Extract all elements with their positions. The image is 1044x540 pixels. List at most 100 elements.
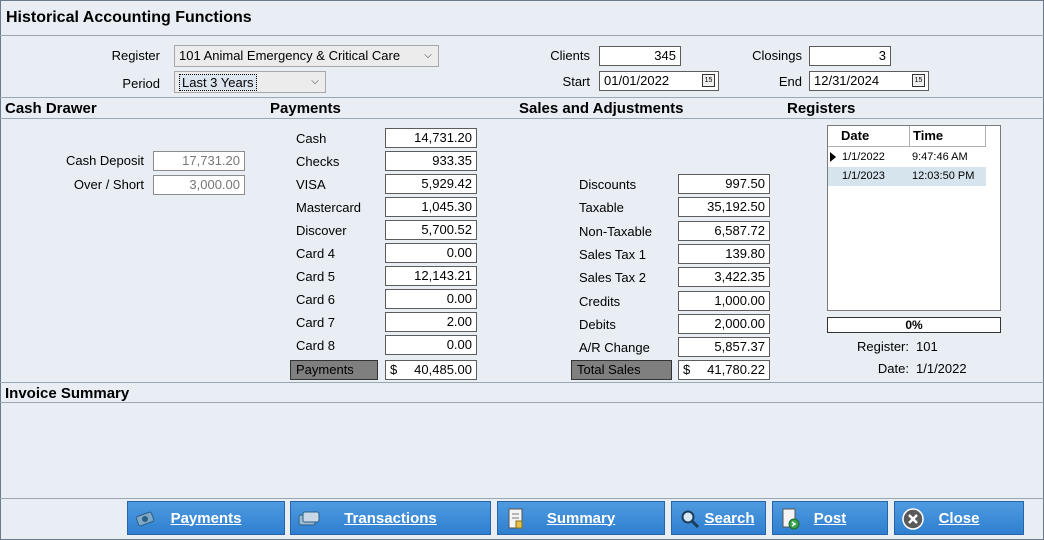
payment-field[interactable]: 933.35 (385, 151, 477, 171)
divider (0, 35, 1044, 36)
row-time: 12:03:50 PM (912, 170, 975, 182)
register-info-label: Register: (856, 339, 909, 354)
payment-field[interactable]: 5,700.52 (385, 220, 477, 240)
register-label: Register (111, 48, 160, 63)
close-circle-icon (901, 507, 925, 531)
over-short-field[interactable]: 3,000.00 (153, 175, 245, 195)
register-info-value: 101 (916, 339, 938, 354)
currency-symbol: $ (390, 362, 398, 377)
registers-heading: Registers (787, 100, 856, 117)
total-sales-label: Total Sales (571, 360, 672, 380)
clients-label: Clients (550, 48, 590, 63)
payment-field[interactable]: 0.00 (385, 243, 477, 263)
calendar-icon[interactable]: 15 (702, 74, 715, 87)
payment-label: Card 6 (296, 292, 336, 307)
payment-label: Card 4 (296, 246, 336, 261)
payment-label: Discover (296, 223, 347, 238)
row-indicator-icon (830, 152, 836, 162)
sales-field[interactable]: 2,000.00 (678, 313, 770, 334)
grid-header: Date Time (828, 126, 986, 147)
payment-label: VISA (296, 177, 326, 192)
total-sales-field[interactable]: $ 41,780.22 (678, 360, 770, 380)
chevron-down-icon[interactable]: ⌵ (421, 46, 435, 66)
post-document-icon (779, 507, 803, 531)
start-date-value: 01/01/2022 (604, 73, 670, 88)
payment-field[interactable]: 0.00 (385, 289, 477, 309)
column-header-date[interactable]: Date (838, 126, 910, 147)
divider (0, 382, 1044, 383)
sales-label: Non-Taxable (579, 223, 652, 239)
register-select-value: 101 Animal Emergency & Critical Care (179, 48, 401, 63)
close-button[interactable]: Close (894, 501, 1024, 535)
payment-label: Card 8 (296, 338, 336, 353)
payment-label: Cash (296, 131, 327, 146)
payment-field[interactable]: 0.00 (385, 335, 477, 355)
payments-button[interactable]: Payments (127, 501, 285, 535)
summary-button[interactable]: Summary (497, 501, 665, 535)
transactions-button[interactable]: Transactions (290, 501, 491, 535)
sales-field[interactable]: 6,587.72 (678, 220, 770, 241)
sales-field[interactable]: 5,857.37 (678, 337, 770, 358)
window-title: Historical Accounting Functions (6, 9, 252, 26)
payments-total-label: Payments (290, 360, 378, 380)
chevron-down-icon[interactable]: ⌵ (308, 72, 322, 92)
payment-field[interactable]: 14,731.20 (385, 128, 477, 148)
sales-label: Credits (579, 293, 621, 309)
calendar-icon[interactable]: 15 (912, 74, 925, 87)
payment-label: Mastercard (296, 200, 362, 215)
date-info-value: 1/1/2022 (916, 361, 967, 376)
payment-label: Checks (296, 154, 340, 169)
money-icon (134, 507, 158, 531)
row-time: 9:47:46 AM (912, 151, 968, 163)
divider (0, 97, 1044, 98)
payments-total-value: 40,485.00 (414, 362, 472, 377)
magnifier-icon (678, 507, 702, 531)
divider (0, 498, 1044, 499)
column-header-time[interactable]: Time (910, 126, 986, 147)
sales-field[interactable]: 997.50 (678, 174, 770, 194)
search-button[interactable]: Search (671, 501, 766, 535)
table-row[interactable]: 1/1/2023 12:03:50 PM (828, 167, 986, 186)
cards-icon (297, 507, 321, 531)
payment-field[interactable]: 2.00 (385, 312, 477, 332)
sales-label: Sales Tax 1 (579, 246, 646, 262)
post-button[interactable]: Post (772, 501, 888, 535)
start-date-field[interactable]: 01/01/2022 15 (599, 71, 719, 91)
end-label: End (778, 74, 802, 89)
register-select[interactable]: 101 Animal Emergency & Critical Care ⌵ (174, 45, 439, 67)
over-short-label: Over / Short (73, 177, 144, 192)
sales-field[interactable]: 35,192.50 (678, 197, 770, 218)
date-info-label: Date: (877, 361, 909, 376)
registers-grid[interactable]: Date Time 1/1/2022 9:47:46 AM 1/1/2023 1… (827, 125, 1001, 311)
invoice-summary-panel (1, 403, 1043, 498)
sales-label: Discounts (579, 177, 637, 192)
clients-field[interactable]: 345 (599, 46, 681, 66)
payments-total-field[interactable]: $ 40,485.00 (385, 360, 477, 380)
period-select[interactable]: Last 3 Years ⌵ (174, 71, 326, 93)
start-label: Start (562, 74, 590, 89)
payment-label: Card 7 (296, 315, 336, 330)
sales-label: Taxable (579, 200, 624, 216)
row-date: 1/1/2023 (842, 170, 885, 182)
closings-label: Closings (752, 48, 802, 63)
cash-deposit-field[interactable]: 17,731.20 (153, 151, 245, 171)
invoice-summary-heading: Invoice Summary (5, 385, 130, 402)
end-date-field[interactable]: 12/31/2024 15 (809, 71, 929, 91)
closings-field[interactable]: 3 (809, 46, 891, 66)
cash-drawer-heading: Cash Drawer (5, 100, 97, 117)
sales-label: Sales Tax 2 (579, 270, 646, 286)
sales-field[interactable]: 1,000.00 (678, 290, 770, 311)
payment-field[interactable]: 5,929.42 (385, 174, 477, 194)
table-row[interactable]: 1/1/2022 9:47:46 AM (828, 148, 986, 167)
divider (0, 118, 1044, 119)
payments-heading: Payments (270, 100, 341, 117)
sales-label: A/R Change (579, 340, 650, 356)
payment-field[interactable]: 1,045.30 (385, 197, 477, 217)
period-select-value: Last 3 Years (179, 74, 257, 91)
end-date-value: 12/31/2024 (814, 73, 880, 88)
sales-field[interactable]: 3,422.35 (678, 267, 770, 288)
document-icon (504, 507, 528, 531)
sales-field[interactable]: 139.80 (678, 243, 770, 264)
period-label: Period (122, 76, 160, 91)
payment-field[interactable]: 12,143.21 (385, 266, 477, 286)
